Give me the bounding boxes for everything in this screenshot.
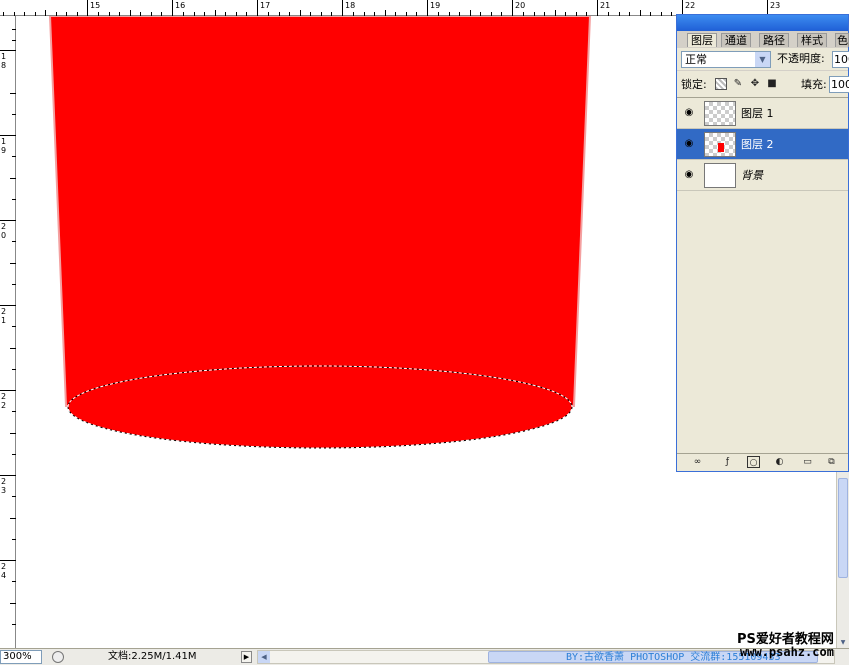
fill-input[interactable]: 100 — [829, 76, 849, 93]
ruler-label-18: 18 — [345, 1, 356, 10]
left-ruler-ticks — [0, 29, 16, 625]
ruler-label-17: 17 — [260, 1, 271, 10]
new-layer-icon[interactable]: ⧉ — [825, 456, 838, 468]
ruler-label-15: 15 — [90, 1, 101, 10]
opacity-label: 不透明度: — [777, 52, 825, 65]
layer-name: 图层 2 — [741, 138, 774, 151]
ruler-label-20: 20 — [515, 1, 526, 10]
ruler-label-16: 16 — [175, 1, 186, 10]
layer-thumbnail — [704, 101, 736, 126]
zoom-field[interactable]: 300% — [0, 650, 42, 664]
panel-titlebar[interactable] — [677, 15, 848, 31]
add-mask-icon[interactable]: ○ — [747, 456, 760, 468]
left-ruler: 1 8 1 9 2 0 2 1 2 2 2 3 2 4 — [0, 16, 16, 648]
lock-transparent-icon[interactable] — [715, 78, 727, 90]
layer-row-layer-2[interactable]: ◉ 图层 2 — [677, 129, 848, 160]
vertical-scroll-thumb[interactable] — [838, 478, 848, 578]
status-menu-arrow-icon[interactable]: ▶ — [241, 651, 252, 663]
ruler-label-22v: 2 2 — [1, 392, 7, 410]
layer-style-icon[interactable]: ƒ — [721, 456, 734, 468]
eye-icon[interactable]: ◉ — [683, 138, 695, 150]
layer-list: ◉ 图层 1 ◉ 图层 2 ◉ 背景 — [677, 98, 848, 453]
panel-tabs: 图层 通道 路径 样式 色 — [677, 31, 849, 47]
lock-label: 锁定: — [681, 78, 707, 91]
ruler-label-18v: 1 8 — [1, 52, 7, 70]
fill-label: 填充: — [801, 78, 827, 91]
panel-bottom-toolbar: ∞ ƒ ○ ◐ ▭ ⧉ — [677, 453, 848, 471]
layers-panel: 图层 通道 路径 样式 色 正常 ▼ 不透明度: 100 锁定: ✎ ✥ ■ 填… — [676, 14, 849, 472]
document-size-info: 文档:2.25M/1.41M — [108, 651, 197, 662]
blend-mode-value: 正常 — [685, 53, 707, 66]
lock-row: 锁定: ✎ ✥ ■ 填充: 100 — [677, 71, 849, 98]
ruler-label-21: 21 — [600, 1, 611, 10]
layer-row-layer-1[interactable]: ◉ 图层 1 — [677, 98, 848, 129]
ruler-label-22: 22 — [685, 1, 696, 10]
vertical-scrollbar[interactable]: ▼ — [836, 470, 849, 648]
link-layers-icon[interactable]: ∞ — [691, 456, 704, 468]
ruler-label-20v: 2 0 — [1, 222, 7, 240]
move-icon[interactable]: ✥ — [749, 78, 761, 90]
ruler-label-24v: 2 4 — [1, 562, 7, 580]
chevron-down-icon[interactable]: ▼ — [755, 52, 770, 67]
layer-thumbnail — [704, 163, 736, 188]
ruler-label-23: 23 — [770, 1, 781, 10]
adjustment-layer-icon[interactable]: ◐ — [773, 456, 786, 468]
tab-layers[interactable]: 图层 — [687, 33, 717, 47]
zoom-navigator-icon[interactable] — [52, 651, 64, 663]
opacity-input[interactable]: 100 — [832, 51, 849, 68]
layer-row-background[interactable]: ◉ 背景 — [677, 160, 848, 191]
tab-color[interactable]: 色 — [835, 33, 849, 47]
ruler-label-23v: 2 3 — [1, 477, 7, 495]
scroll-down-icon[interactable]: ▼ — [838, 639, 848, 647]
tab-styles[interactable]: 样式 — [797, 33, 827, 47]
eye-icon[interactable]: ◉ — [683, 169, 695, 181]
layer-name: 背景 — [741, 169, 763, 182]
blend-mode-row: 正常 ▼ 不透明度: 100 — [677, 48, 849, 70]
new-group-icon[interactable]: ▭ — [801, 456, 814, 468]
lock-icon[interactable]: ■ — [766, 78, 778, 90]
eye-icon[interactable]: ◉ — [683, 107, 695, 119]
brush-icon[interactable]: ✎ — [732, 78, 744, 90]
watermark-url: www.psahz.com — [740, 645, 834, 659]
layer-name: 图层 1 — [741, 107, 774, 120]
layer-thumbnail — [704, 132, 736, 157]
ruler-label-19: 19 — [430, 1, 441, 10]
ruler-label-21v: 2 1 — [1, 307, 7, 325]
status-bar: 300% 文档:2.25M/1.41M ▶ ◀ BY:古欲香萧 PHOTOSHO… — [0, 648, 849, 665]
tab-channels[interactable]: 通道 — [721, 33, 751, 47]
red-ellipse-base — [68, 366, 572, 448]
blend-mode-select[interactable]: 正常 ▼ — [681, 51, 771, 68]
red-cylinder-body — [48, 16, 592, 407]
scroll-left-icon[interactable]: ◀ — [258, 651, 270, 663]
ruler-label-19v: 1 9 — [1, 137, 7, 155]
tab-paths[interactable]: 路径 — [759, 33, 789, 47]
